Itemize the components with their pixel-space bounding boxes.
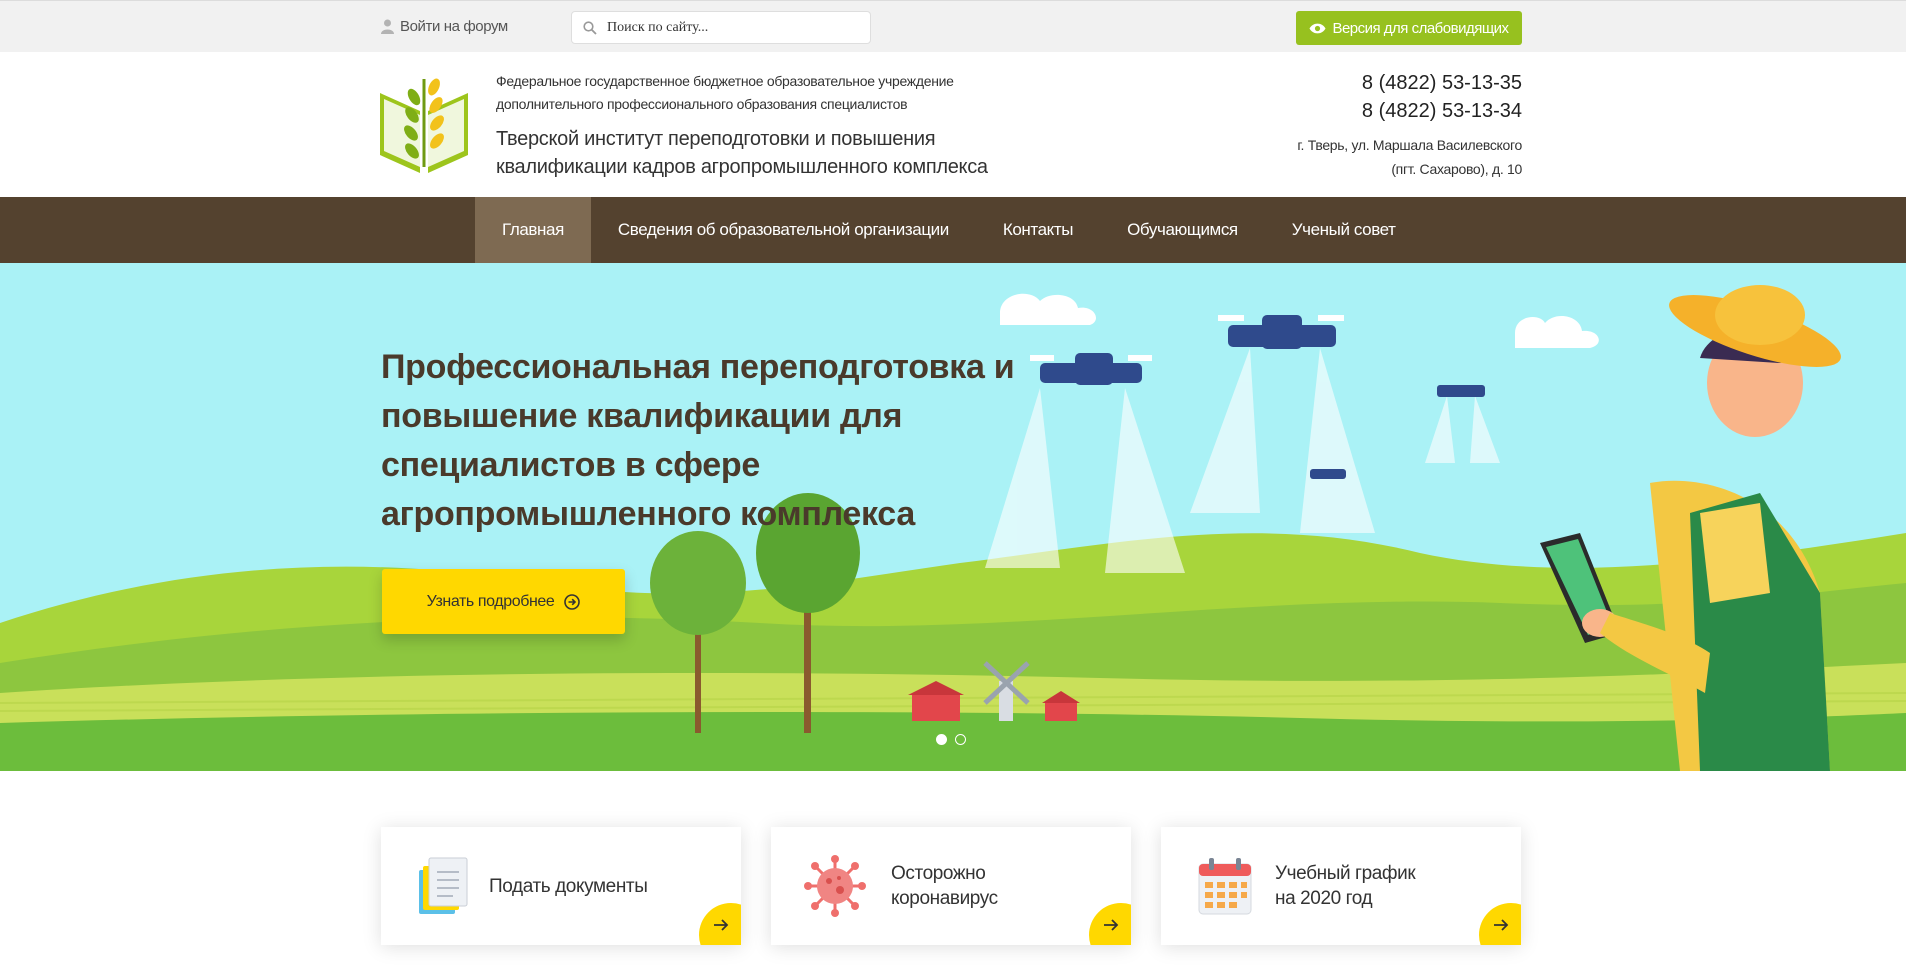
documents-icon [419, 857, 468, 914]
slider-pagination [936, 734, 966, 745]
phone-number[interactable]: 8 (4822) 53-13-34 [1362, 97, 1522, 125]
virus-icon [804, 855, 866, 917]
card-arrow[interactable] [1089, 903, 1131, 945]
arrow-circle-right-icon [564, 593, 581, 610]
forum-login-link[interactable]: Войти на форум [381, 18, 508, 35]
phone-number[interactable]: 8 (4822) 53-13-35 [1362, 69, 1522, 97]
search-input[interactable] [607, 19, 857, 36]
organization-name: Тверской институт переподготовки и повыш… [496, 128, 988, 178]
search-icon[interactable] [583, 20, 597, 35]
institute-logo[interactable] [380, 75, 468, 173]
top-bar: Войти на форум Версия для слабовидящих [0, 0, 1906, 52]
organization-type: Федеральное государственное бюджетное об… [496, 73, 954, 112]
phone-list: 8 (4822) 53-13-35 8 (4822) 53-13-34 [1362, 69, 1522, 125]
hero-slider: Профессиональная переподготовка и повыше… [0, 263, 1906, 771]
slide-dot[interactable] [955, 734, 966, 745]
main-navigation: Главная Сведения об образовательной орга… [0, 197, 1906, 263]
card-submit-documents[interactable]: Подать документы [381, 827, 741, 945]
address-line: (пгт. Сахарово), д. 10 [1391, 161, 1522, 177]
arrow-right-icon [714, 919, 729, 931]
card-study-schedule[interactable]: Учебный график на 2020 год [1161, 827, 1521, 945]
learn-more-button[interactable]: Узнать подробнее [382, 569, 625, 634]
user-icon [381, 19, 394, 34]
low-vision-version-label: Версия для слабовидящих [1332, 19, 1509, 37]
low-vision-version-button[interactable]: Версия для слабовидящих [1296, 11, 1522, 45]
slide-dot[interactable] [936, 734, 947, 745]
calendar-icon [1198, 858, 1252, 915]
nav-item-home[interactable]: Главная [475, 197, 591, 263]
arrow-right-icon [1494, 919, 1509, 931]
arrow-right-icon [1104, 919, 1119, 931]
hero-title: Профессиональная переподготовка и повыше… [381, 348, 1015, 533]
nav-item-academic-council[interactable]: Ученый совет [1265, 197, 1423, 263]
nav-item-organization-info[interactable]: Сведения об образовательной организации [591, 197, 976, 263]
card-coronavirus[interactable]: Осторожно коронавирус [771, 827, 1131, 945]
learn-more-label: Узнать подробнее [426, 592, 555, 610]
card-label: Подать документы [489, 875, 648, 897]
search-box [571, 11, 871, 44]
nav-item-students[interactable]: Обучающимся [1100, 197, 1265, 263]
address-line: г. Тверь, ул. Маршала Василевского [1297, 137, 1522, 153]
card-label: Учебный график на 2020 год [1275, 863, 1416, 909]
forum-login-label: Войти на форум [400, 18, 508, 35]
card-arrow[interactable] [1479, 903, 1521, 945]
card-arrow[interactable] [699, 903, 741, 945]
eye-icon [1309, 23, 1326, 33]
card-label: Осторожно коронавирус [891, 863, 998, 909]
nav-item-contacts[interactable]: Контакты [976, 197, 1100, 263]
address: г. Тверь, ул. Маршала Василевского (пгт.… [1222, 133, 1522, 181]
